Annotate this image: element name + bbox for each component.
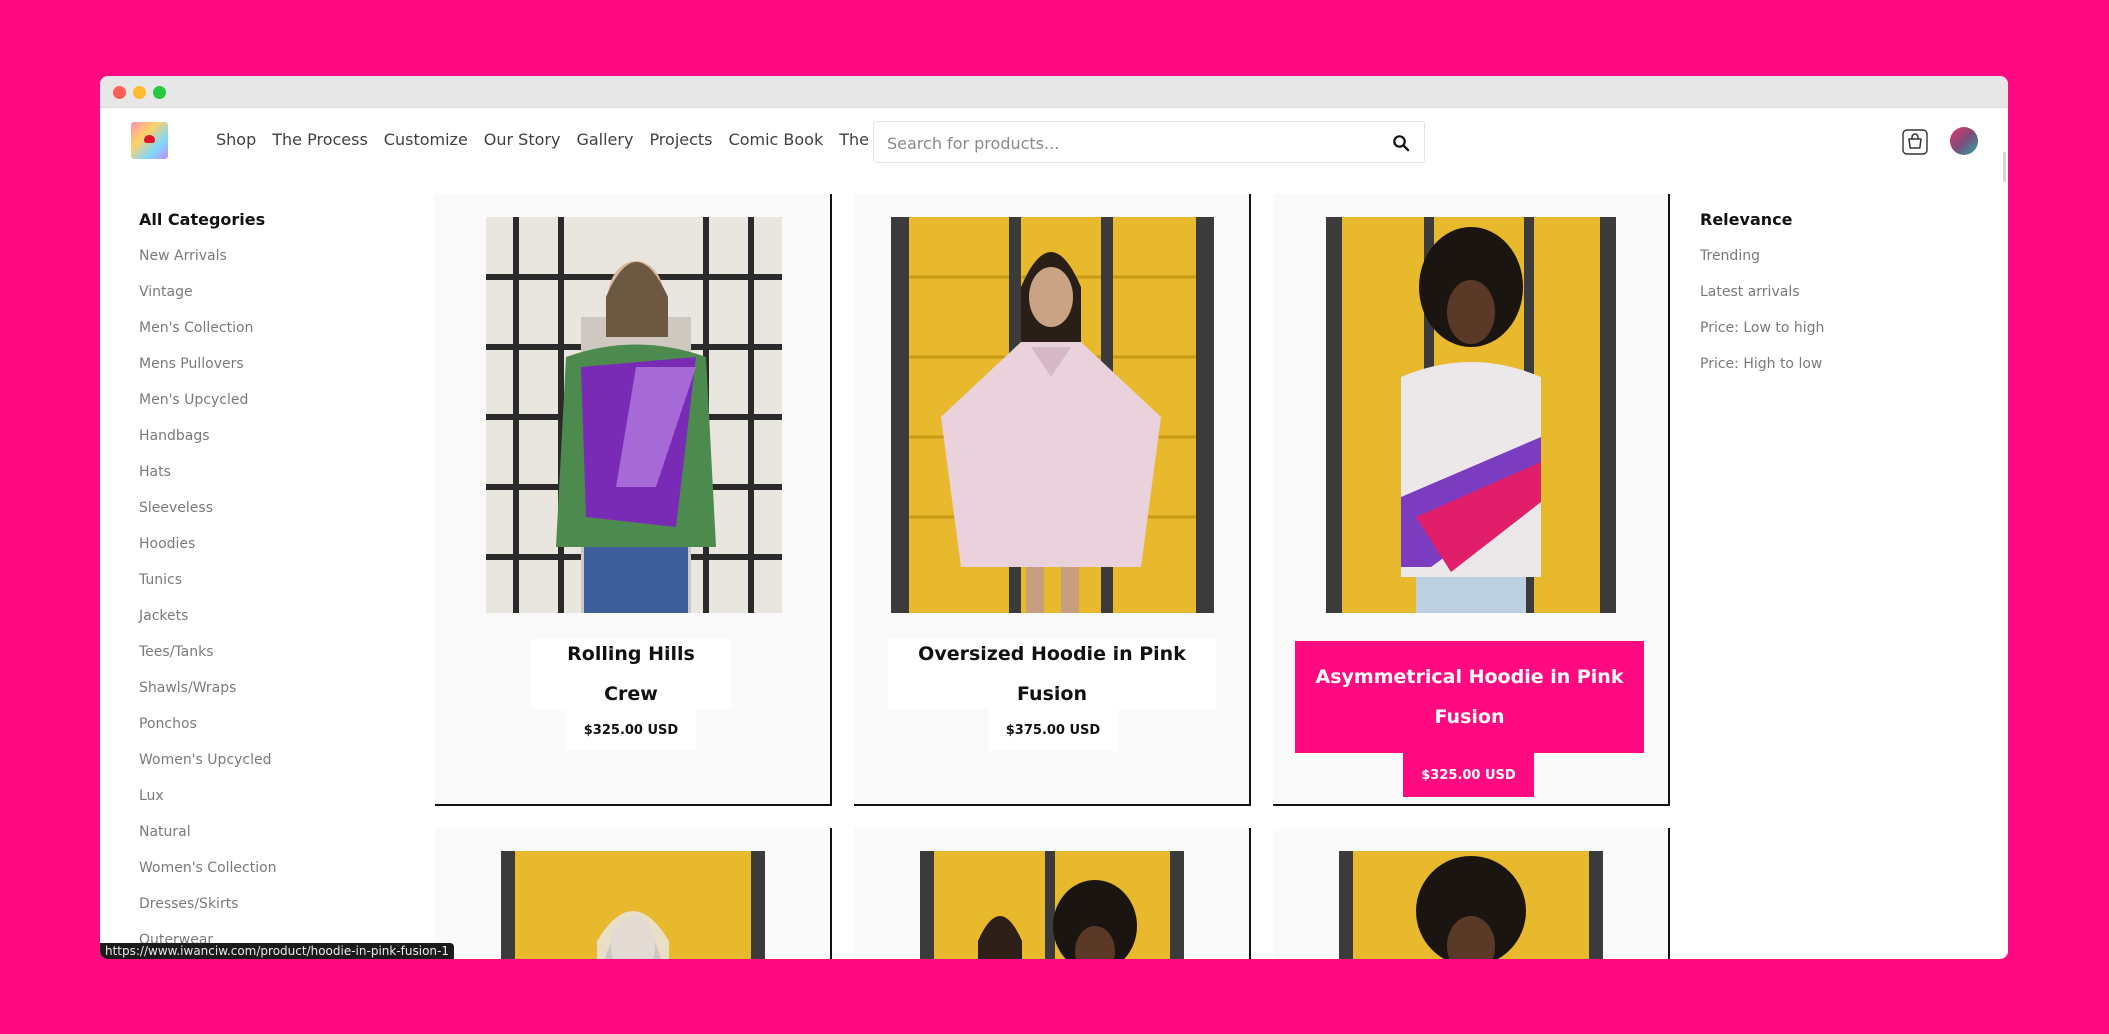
product-card[interactable] <box>854 828 1251 959</box>
close-window-button[interactable] <box>113 86 126 99</box>
category-tees-tanks[interactable]: Tees/Tanks <box>139 642 399 678</box>
sort-panel: Relevance Trending Latest arrivals Price… <box>1700 208 1960 390</box>
search-icon[interactable] <box>1392 134 1410 152</box>
avatar[interactable] <box>1950 127 1978 155</box>
product-card[interactable]: Asymmetrical Hoodie in Pink Fusion $325.… <box>1273 194 1670 806</box>
nav-projects[interactable]: Projects <box>649 128 712 152</box>
category-hats[interactable]: Hats <box>139 462 399 498</box>
category-hoodies[interactable]: Hoodies <box>139 534 399 570</box>
window-titlebar <box>100 76 2008 108</box>
product-title[interactable]: Asymmetrical Hoodie in Pink Fusion <box>1295 641 1644 753</box>
sort-title[interactable]: Relevance <box>1700 208 1960 232</box>
category-sidebar: All Categories New Arrivals Vintage Men'… <box>139 208 399 959</box>
scrollbar-thumb[interactable] <box>2003 152 2006 182</box>
site-logo[interactable] <box>131 122 168 159</box>
category-ponchos[interactable]: Ponchos <box>139 714 399 750</box>
category-mens-upcycled[interactable]: Men's Upcycled <box>139 390 399 426</box>
nav-comic-book[interactable]: Comic Book <box>729 128 824 152</box>
main-nav: Shop The Process Customize Our Story Gal… <box>216 128 928 152</box>
product-card[interactable]: Oversized Hoodie in Pink Fusion $375.00 … <box>854 194 1251 806</box>
category-womens-upcycled[interactable]: Women's Upcycled <box>139 750 399 786</box>
category-jackets[interactable]: Jackets <box>139 606 399 642</box>
product-card[interactable]: Rolling Hills Crew $325.00 USD <box>435 194 832 806</box>
sort-latest-arrivals[interactable]: Latest arrivals <box>1700 282 1960 318</box>
category-womens-collection[interactable]: Women's Collection <box>139 858 399 894</box>
shopping-bag-icon[interactable] <box>1902 129 1928 155</box>
product-price: $325.00 USD <box>1403 753 1534 797</box>
category-tunics[interactable]: Tunics <box>139 570 399 606</box>
category-sleeveless[interactable]: Sleeveless <box>139 498 399 534</box>
category-mens-pullovers[interactable]: Mens Pullovers <box>139 354 399 390</box>
browser-window: Shop The Process Customize Our Story Gal… <box>100 76 2008 959</box>
nav-gallery[interactable]: Gallery <box>576 128 633 152</box>
product-image[interactable] <box>920 851 1184 959</box>
category-vintage[interactable]: Vintage <box>139 282 399 318</box>
category-mens-collection[interactable]: Men's Collection <box>139 318 399 354</box>
search-box <box>873 121 1425 163</box>
product-price: $375.00 USD <box>988 709 1118 751</box>
category-shawls-wraps[interactable]: Shawls/Wraps <box>139 678 399 714</box>
product-card[interactable] <box>435 828 832 959</box>
nav-the-process[interactable]: The Process <box>272 128 368 152</box>
category-lux[interactable]: Lux <box>139 786 399 822</box>
product-image[interactable] <box>501 851 765 959</box>
sort-price-high-low[interactable]: Price: High to low <box>1700 354 1960 390</box>
product-image[interactable] <box>1326 217 1616 613</box>
status-bar-url: https://www.iwanciw.com/product/hoodie-i… <box>100 943 454 959</box>
category-dresses-skirts[interactable]: Dresses/Skirts <box>139 894 399 930</box>
category-handbags[interactable]: Handbags <box>139 426 399 462</box>
search-input[interactable] <box>885 131 1369 155</box>
zoom-window-button[interactable] <box>153 86 166 99</box>
nav-customize[interactable]: Customize <box>384 128 468 152</box>
category-natural[interactable]: Natural <box>139 822 399 858</box>
product-price: $325.00 USD <box>566 709 696 751</box>
minimize-window-button[interactable] <box>133 86 146 99</box>
nav-shop[interactable]: Shop <box>216 128 256 152</box>
sort-price-low-high[interactable]: Price: Low to high <box>1700 318 1960 354</box>
categories-title: All Categories <box>139 210 266 229</box>
site-header: Shop The Process Customize Our Story Gal… <box>100 107 2008 187</box>
product-image[interactable] <box>486 217 782 613</box>
product-title[interactable]: Oversized Hoodie in Pink Fusion <box>888 639 1216 709</box>
category-new-arrivals[interactable]: New Arrivals <box>139 246 399 282</box>
product-title[interactable]: Rolling Hills Crew <box>531 639 731 709</box>
nav-our-story[interactable]: Our Story <box>484 128 561 152</box>
product-image[interactable] <box>891 217 1214 613</box>
product-image[interactable] <box>1339 851 1603 959</box>
sort-trending[interactable]: Trending <box>1700 246 1960 282</box>
product-card[interactable] <box>1273 828 1670 959</box>
